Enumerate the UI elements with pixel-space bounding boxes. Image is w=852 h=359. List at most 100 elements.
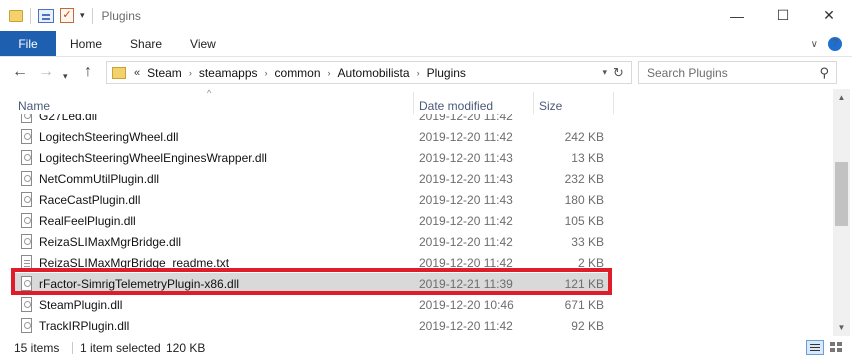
chevron-right-icon[interactable]: › — [417, 68, 420, 78]
file-row[interactable]: SteamPlugin.dll 2019-12-20 10:46 671 KB — [12, 294, 610, 315]
chevron-right-icon[interactable]: › — [328, 68, 331, 78]
dll-file-icon — [21, 114, 32, 123]
selection-size: 120 KB — [166, 340, 206, 355]
breadcrumb-common[interactable]: common — [275, 66, 321, 80]
tab-file[interactable]: File — [0, 31, 56, 56]
file-date-modified: 2019-12-20 11:43 — [419, 171, 513, 186]
column-divider[interactable] — [533, 92, 534, 114]
file-date-modified: 2019-12-20 11:43 — [419, 150, 513, 165]
scroll-up-arrow-icon[interactable]: ▲ — [833, 89, 850, 106]
dll-file-icon — [21, 171, 32, 186]
file-row[interactable]: RealFeelPlugin.dll 2019-12-20 11:42 105 KB — [12, 210, 610, 231]
breadcrumb-steam[interactable]: Steam — [147, 66, 182, 80]
file-row[interactable]: RaceCastPlugin.dll 2019-12-20 11:43 180 KB — [12, 189, 610, 210]
file-name: RealFeelPlugin.dll — [39, 213, 136, 228]
search-placeholder: Search Plugins — [647, 65, 728, 80]
close-button[interactable]: ✕ — [806, 0, 852, 31]
refresh-icon[interactable]: ↻ — [606, 61, 632, 84]
expand-ribbon-chevron-icon[interactable]: ∨ — [811, 39, 818, 50]
tab-view[interactable]: View — [176, 31, 230, 56]
chevron-right-icon[interactable]: › — [265, 68, 268, 78]
address-bar[interactable]: « Steam › steamapps › common › Automobil… — [106, 61, 632, 84]
file-date-modified: 2019-12-20 11:43 — [419, 192, 513, 207]
file-size: 180 KB — [564, 192, 604, 207]
file-date-modified: 2019-12-20 11:42 — [419, 213, 513, 228]
chevron-right-icon[interactable]: › — [189, 68, 192, 78]
file-name: G27Led.dll — [39, 114, 98, 123]
file-row[interactable]: LogitechSteeringWheel.dll 2019-12-20 11:4… — [12, 126, 610, 147]
recent-locations-chevron-icon[interactable]: ▾ — [63, 68, 68, 84]
dll-file-icon — [21, 150, 32, 165]
column-divider[interactable] — [413, 92, 414, 114]
file-name: LogitechSteeringWheel.dll — [39, 129, 179, 144]
forward-arrow-icon[interactable]: → — [38, 64, 54, 80]
file-row[interactable]: LogitechSteeringWheelEnginesWrapper.dll 2… — [12, 147, 610, 168]
file-size: 671 KB — [564, 297, 604, 312]
dll-file-icon — [21, 297, 32, 312]
file-name: NetCommUtilPlugin.dll — [39, 171, 160, 186]
folder-icon — [112, 66, 126, 79]
title-divider — [91, 7, 93, 24]
navigation-bar: ← → ▾ ↑ « Steam › steamapps › common › A… — [0, 57, 852, 89]
tab-home[interactable]: Home — [56, 31, 116, 56]
dll-file-icon — [21, 234, 32, 249]
breadcrumb-plugins[interactable]: Plugins — [427, 66, 466, 80]
column-header-size[interactable]: Size — [539, 96, 562, 116]
large-icons-view-icon[interactable] — [829, 341, 843, 354]
file-row[interactable]: TrackIRPlugin.dll 2019-12-20 11:42 92 KB — [12, 315, 610, 336]
folder-icon — [0, 0, 23, 31]
file-name: TrackIRPlugin.dll — [39, 318, 130, 333]
column-header-name[interactable]: Name — [18, 96, 50, 116]
file-list: G27Led.dll 2019-12-20 11:42 LogitechSteeri… — [0, 114, 852, 336]
checkmark-icon[interactable]: ✓ — [54, 0, 74, 31]
column-header-date-modified[interactable]: Date modified — [419, 96, 493, 116]
file-size: 105 KB — [564, 213, 604, 228]
search-input[interactable]: Search Plugins ⚲ — [638, 61, 837, 84]
scroll-down-arrow-icon[interactable]: ▼ — [833, 319, 850, 336]
ribbon-tabs: File Home Share View ∨ ? — [0, 31, 852, 57]
file-row[interactable]: NetCommUtilPlugin.dll 2019-12-20 11:43 232… — [12, 168, 610, 189]
details-view-icon[interactable] — [806, 340, 824, 355]
search-icon[interactable]: ⚲ — [819, 65, 829, 81]
file-row[interactable]: G27Led.dll 2019-12-20 11:42 — [12, 114, 610, 126]
file-name: ReizaSLIMaxMgrBridge.dll — [39, 234, 182, 249]
properties-icon[interactable] — [38, 0, 54, 31]
item-count: 15 items — [14, 340, 60, 355]
title-bar: ✓ ▾ Plugins — ☐ ✕ — [0, 0, 852, 31]
up-arrow-icon[interactable]: ↑ — [84, 64, 92, 80]
maximize-button[interactable]: ☐ — [760, 0, 806, 31]
dll-file-icon — [21, 213, 32, 228]
file-size: 242 KB — [564, 129, 604, 144]
sort-ascending-icon: ^ — [207, 88, 212, 98]
file-name: LogitechSteeringWheelEnginesWrapper.dll — [39, 150, 267, 165]
highlight-box — [11, 268, 612, 295]
customize-quick-access-chevron-icon[interactable]: ▾ — [80, 0, 85, 31]
vertical-scrollbar[interactable]: ▲ ▼ — [833, 89, 850, 336]
column-divider[interactable] — [613, 92, 614, 114]
dll-file-icon — [21, 318, 32, 333]
breadcrumb-overflow-icon[interactable]: « — [134, 67, 140, 79]
status-divider — [72, 342, 73, 354]
file-size: 13 KB — [571, 150, 604, 165]
dll-file-icon — [21, 129, 32, 144]
quick-access-divider — [30, 7, 31, 24]
back-arrow-icon[interactable]: ← — [12, 64, 28, 80]
breadcrumb-automobilista[interactable]: Automobilista — [338, 66, 410, 80]
file-name: SteamPlugin.dll — [39, 297, 123, 312]
window-controls: — ☐ ✕ — [714, 0, 852, 31]
breadcrumb-steamapps[interactable]: steamapps — [199, 66, 258, 80]
file-date-modified: 2019-12-20 11:42 — [419, 114, 513, 123]
file-date-modified: 2019-12-20 11:42 — [419, 318, 513, 333]
file-size: 232 KB — [564, 171, 604, 186]
tab-share[interactable]: Share — [116, 31, 176, 56]
selection-count: 1 item selected — [80, 340, 161, 355]
file-size: 92 KB — [571, 318, 604, 333]
minimize-button[interactable]: — — [714, 0, 760, 31]
scroll-thumb[interactable] — [835, 162, 848, 226]
window-title: Plugins — [101, 8, 141, 23]
help-icon[interactable]: ? — [828, 37, 842, 51]
dll-file-icon — [21, 192, 32, 207]
file-date-modified: 2019-12-20 11:42 — [419, 129, 513, 144]
file-row[interactable]: ReizaSLIMaxMgrBridge.dll 2019-12-20 11:42… — [12, 231, 610, 252]
file-date-modified: 2019-12-20 11:42 — [419, 234, 513, 249]
